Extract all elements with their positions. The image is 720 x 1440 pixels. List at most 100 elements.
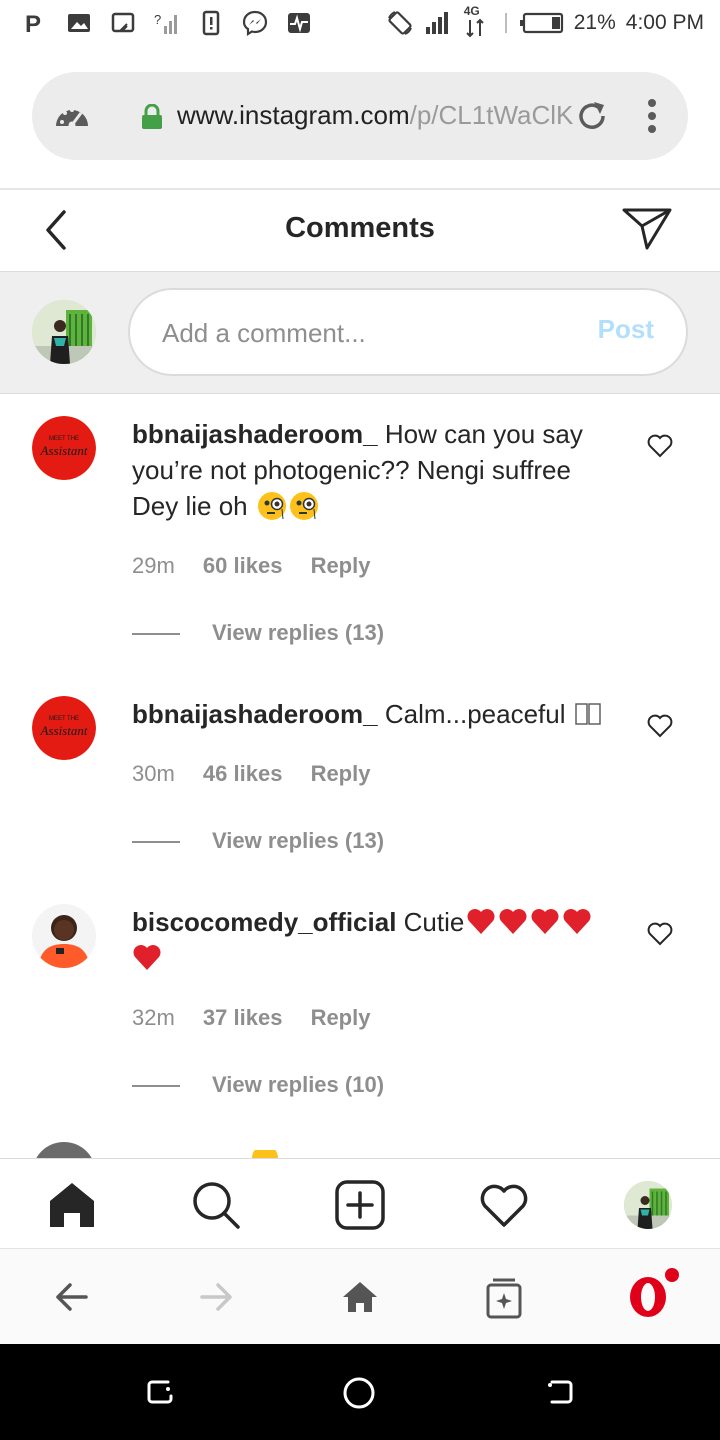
- svg-text:Assistant: Assistant: [40, 443, 88, 458]
- commenter-avatar[interactable]: [32, 904, 96, 968]
- commenter-avatar[interactable]: MEET THE Assistant: [32, 416, 96, 480]
- comment-content: Calm...peaceful: [384, 699, 566, 729]
- red-heart-emoji-icon: [499, 909, 527, 934]
- comment-time: 29m: [132, 553, 175, 578]
- view-replies-label: View replies (13): [212, 828, 385, 853]
- comment-input-box[interactable]: Post: [128, 288, 688, 376]
- browser-home-icon[interactable]: [340, 1277, 380, 1317]
- comment-time: 30m: [132, 761, 175, 786]
- profile-avatar[interactable]: [624, 1181, 672, 1229]
- activity-heart-icon[interactable]: [478, 1179, 530, 1231]
- browser-toolbar: [0, 1248, 720, 1344]
- comments-header: Comments: [0, 190, 720, 272]
- address-bar[interactable]: www.instagram.com/p/CL1tWaClK: [32, 72, 688, 160]
- lock-icon: [142, 104, 162, 129]
- commenter-avatar[interactable]: MEET THE Assistant: [32, 696, 96, 760]
- svg-text:P: P: [25, 11, 41, 36]
- system-nav-bar: [0, 1344, 720, 1440]
- comment-content: Cutie: [403, 907, 465, 937]
- status-bar: P ? 4G 21% 4:00 PM: [0, 0, 720, 48]
- monocle-face-emoji-icon: [289, 492, 318, 520]
- replies-divider: [132, 633, 180, 636]
- view-replies-button[interactable]: View replies (13): [132, 828, 384, 854]
- browser-back-icon[interactable]: [52, 1277, 92, 1317]
- reply-button[interactable]: Reply: [311, 761, 371, 786]
- system-recents-icon[interactable]: [144, 1376, 176, 1408]
- view-replies-button[interactable]: View replies (10): [132, 1072, 384, 1098]
- battery-percent: 21%: [573, 11, 616, 34]
- view-replies-label: View replies (10): [212, 1072, 385, 1097]
- reply-button[interactable]: Reply: [311, 553, 371, 578]
- no-signal-icon: ?: [154, 12, 177, 34]
- comment-text: bbnaijashaderoom_ How can you say you’re…: [132, 416, 618, 524]
- comment-likes[interactable]: 37 likes: [203, 1005, 283, 1030]
- comment-input[interactable]: [162, 314, 562, 352]
- like-heart-icon[interactable]: [646, 432, 674, 460]
- search-icon[interactable]: [190, 1179, 242, 1231]
- view-replies-button[interactable]: View replies (13): [132, 620, 384, 646]
- phone-alert-icon: [202, 10, 220, 36]
- comment-item: MEET THE Assistant bbnaijashaderoom_ Cal…: [0, 674, 720, 884]
- comment-meta: 30m 46 likes Reply: [132, 761, 392, 787]
- signal-divider-icon: [504, 13, 507, 33]
- red-heart-emoji-icon: [531, 909, 559, 934]
- my-avatar: [32, 300, 96, 364]
- clock: 4:00 PM: [625, 11, 704, 34]
- comment-composer: Post: [0, 272, 720, 394]
- view-replies-label: View replies (13): [212, 620, 385, 645]
- comment-username[interactable]: biscocomedy_official: [132, 907, 396, 937]
- svg-text:Assistant: Assistant: [40, 723, 88, 738]
- url-text[interactable]: www.instagram.com/p/CL1tWaClK: [177, 100, 585, 131]
- instagram-bottom-nav: [0, 1158, 720, 1248]
- direct-share-icon[interactable]: [620, 204, 674, 252]
- new-post-icon[interactable]: [334, 1179, 386, 1231]
- comment-likes[interactable]: 46 likes: [203, 761, 283, 786]
- home-icon[interactable]: [46, 1179, 98, 1231]
- pinterest-notification-icon: P: [25, 11, 41, 36]
- like-heart-icon[interactable]: [646, 920, 674, 948]
- signal-bars-icon: [425, 12, 448, 34]
- comment-username[interactable]: bbnaijashaderoom_: [132, 699, 378, 729]
- red-heart-emoji-icon: [563, 909, 591, 934]
- comment-text: bbnaijashaderoom_ Calm...peaceful: [132, 696, 618, 732]
- page-title: Comments: [285, 212, 435, 244]
- replies-divider: [132, 1085, 180, 1088]
- post-button[interactable]: Post: [598, 314, 654, 345]
- comment-username[interactable]: bbnaijashaderoom_: [132, 419, 378, 449]
- unrendered-emoji-icon: [575, 703, 601, 725]
- replies-divider: [132, 841, 180, 844]
- messenger-icon: [242, 10, 268, 36]
- network-4g-icon: 4G: [462, 4, 492, 38]
- photo-notification-icon: [68, 14, 90, 32]
- svg-text:?: ?: [154, 12, 161, 27]
- comment-item: MEET THE Assistant bbnaijashaderoom_ How…: [0, 394, 720, 674]
- comment-time: 32m: [132, 1005, 175, 1030]
- comment-item: biscocomedy_official Cutie 32m 37 likes …: [0, 884, 720, 1142]
- svg-text:MEET THE: MEET THE: [49, 716, 79, 722]
- comment-text: biscocomedy_official Cutie: [132, 904, 618, 976]
- cast-notification-icon: [111, 12, 135, 33]
- comment-meta: 32m 37 likes Reply: [132, 1005, 392, 1031]
- activity-app-icon: [288, 13, 310, 33]
- url-path: /p/CL1tWaClK: [409, 100, 574, 130]
- comment-meta: 29m 60 likes Reply: [132, 553, 392, 579]
- svg-text:MEET THE: MEET THE: [49, 436, 79, 442]
- rotate-icon: [387, 11, 412, 35]
- reload-icon[interactable]: [574, 98, 610, 134]
- browser-forward-icon[interactable]: [196, 1277, 236, 1317]
- red-heart-emoji-icon: [467, 909, 495, 934]
- speedometer-icon[interactable]: [52, 98, 92, 138]
- system-back-icon[interactable]: [544, 1376, 576, 1408]
- url-host: www.instagram.com: [177, 100, 410, 130]
- browser-menu-icon[interactable]: [644, 98, 660, 134]
- comment-likes[interactable]: 60 likes: [203, 553, 283, 578]
- reply-button[interactable]: Reply: [311, 1005, 371, 1030]
- red-heart-emoji-icon: [133, 945, 161, 970]
- battery-icon: [519, 12, 563, 34]
- next-comment-emoji-peek-icon: [252, 1150, 278, 1158]
- like-heart-icon[interactable]: [646, 712, 674, 740]
- opera-menu-icon[interactable]: [624, 1265, 682, 1323]
- monocle-face-emoji-icon: [257, 492, 286, 520]
- tabs-icon[interactable]: [484, 1277, 524, 1319]
- system-home-icon[interactable]: [342, 1376, 376, 1410]
